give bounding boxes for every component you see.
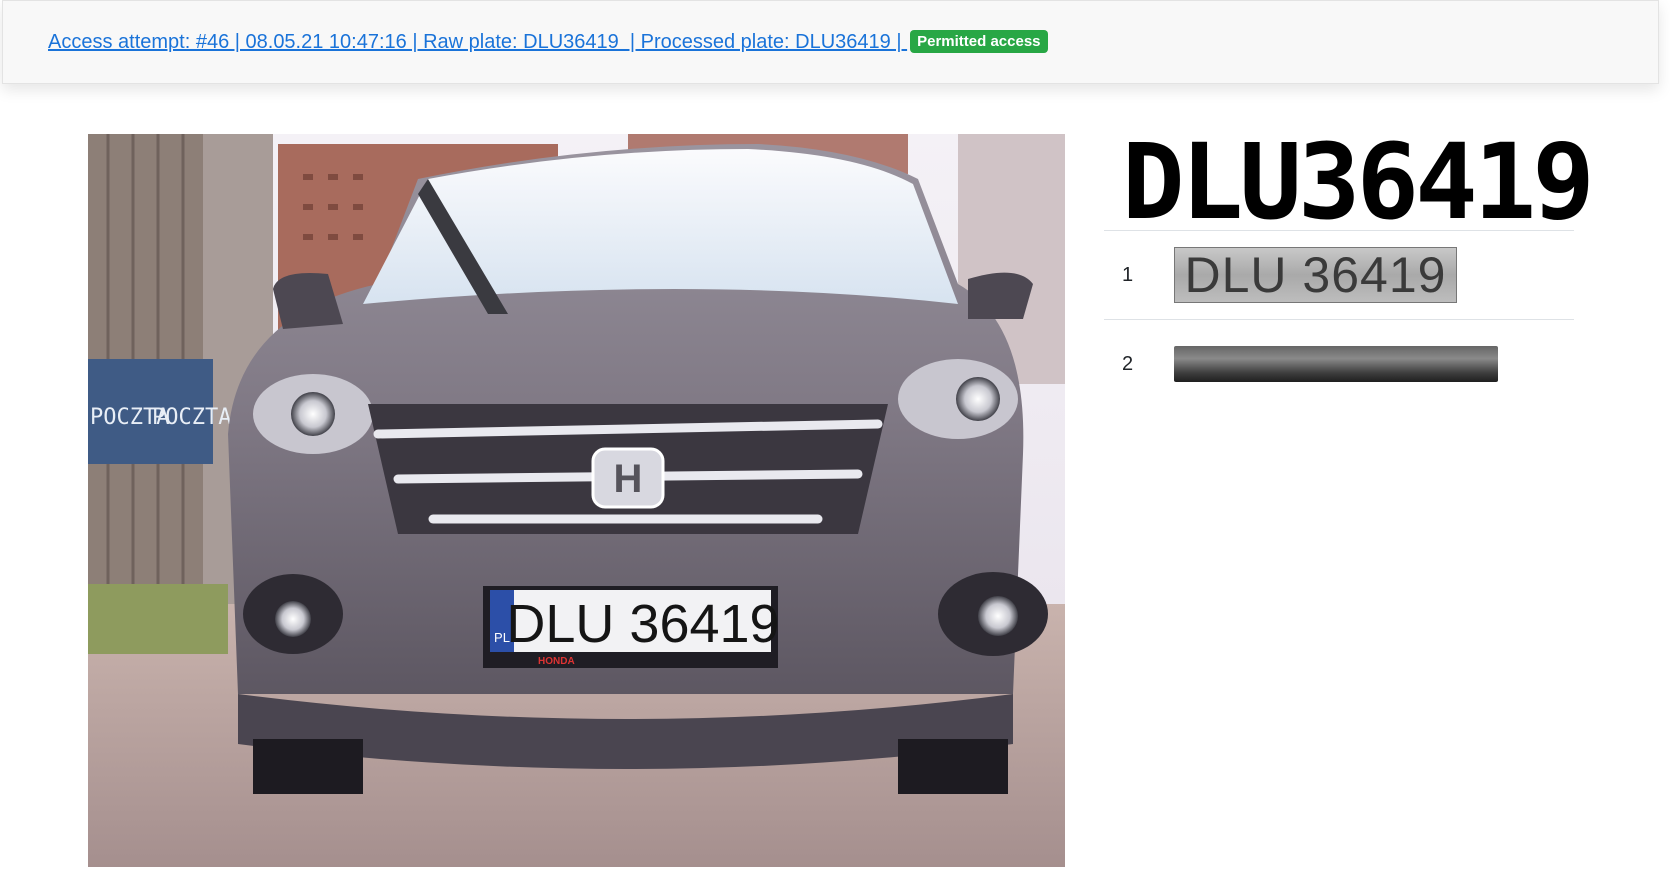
candidate-index: 2: [1122, 352, 1134, 375]
dealer-frame-text: HONDA: [538, 656, 575, 667]
plate-crop-image: DLU 36419: [1174, 247, 1457, 303]
candidate-index: 1: [1122, 263, 1134, 286]
plate-candidate-row: 2: [1104, 319, 1574, 408]
access-attempt-link[interactable]: Access attempt: #46 | 08.05.21 10:47:16 …: [48, 31, 907, 54]
vehicle-photo: POCZTA POCZTA H PL DLU 36419 HONDA: [88, 134, 1065, 867]
plate-candidate-row: 1 DLU 36419: [1104, 230, 1574, 319]
processed-plate-text: DLU36419: [1122, 121, 1595, 243]
status-badge: Permitted access: [910, 29, 1048, 53]
plate-crop-image: [1174, 346, 1498, 382]
svg-text:H: H: [614, 457, 643, 501]
mailbox-label-2: POCZTA: [152, 405, 231, 430]
plate-results-panel: DLU36419 1 DLU 36419 2: [1104, 121, 1595, 408]
photo-plate-text: DLU 36419: [506, 594, 779, 654]
access-attempt-header: Access attempt: #46 | 08.05.21 10:47:16 …: [2, 0, 1659, 84]
